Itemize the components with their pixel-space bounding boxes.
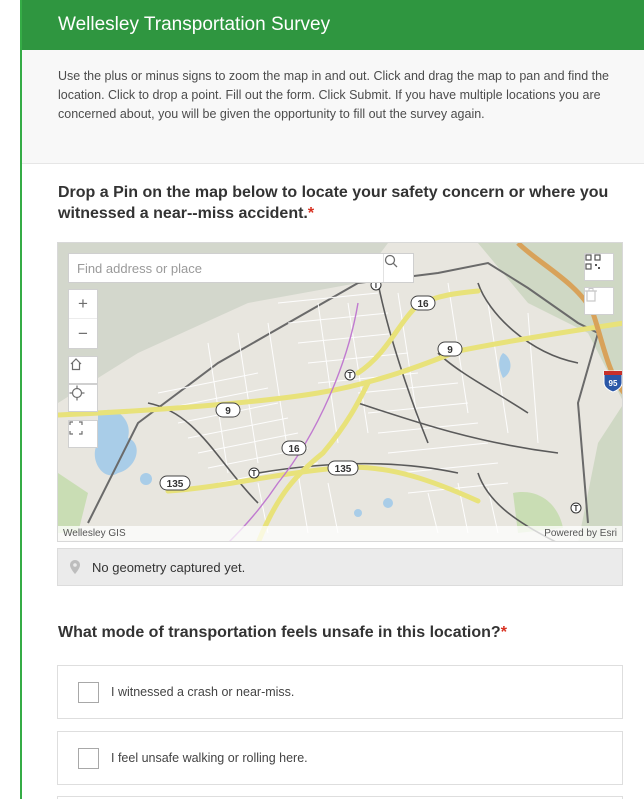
route-shield-135: 135 bbox=[335, 464, 352, 475]
checkbox[interactable] bbox=[78, 681, 99, 703]
interstate-95-shield: 95 bbox=[609, 379, 618, 388]
zoom-controls: + − bbox=[68, 289, 98, 349]
geometry-status-bar: No geometry captured yet. bbox=[57, 548, 623, 586]
fullscreen-button[interactable] bbox=[68, 420, 98, 448]
delete-point-button[interactable] bbox=[584, 287, 614, 315]
map-pin-icon bbox=[70, 560, 80, 574]
address-search-input[interactable] bbox=[69, 254, 369, 282]
question-label: What mode of transportation feels unsafe… bbox=[58, 624, 501, 641]
route-shield-9: 9 bbox=[225, 406, 231, 417]
zoom-in-button[interactable]: + bbox=[69, 290, 97, 319]
t-station-label: T bbox=[252, 469, 257, 478]
choice-unsafe-walking[interactable]: I feel unsafe walking or rolling here. bbox=[57, 731, 623, 785]
choice-label: I feel unsafe walking or rolling here. bbox=[111, 751, 308, 765]
choice-label: I witnessed a crash or near-miss. bbox=[111, 685, 295, 699]
t-station-label: T bbox=[348, 371, 353, 380]
home-button[interactable] bbox=[68, 356, 98, 384]
instructions-panel: Use the plus or minus signs to zoom the … bbox=[22, 50, 644, 164]
required-mark: * bbox=[307, 205, 315, 222]
checkbox[interactable] bbox=[78, 747, 99, 769]
qr-code-button[interactable] bbox=[584, 253, 614, 281]
locate-button[interactable] bbox=[68, 384, 98, 412]
home-icon bbox=[70, 358, 82, 371]
map-search-box[interactable] bbox=[68, 253, 414, 283]
required-mark: * bbox=[500, 624, 507, 641]
choice-witnessed-crash[interactable]: I witnessed a crash or near-miss. bbox=[57, 665, 623, 719]
plus-icon: + bbox=[78, 294, 88, 313]
map-attribution: Wellesley GIS Powered by Esri bbox=[58, 526, 622, 541]
minus-icon: − bbox=[78, 323, 88, 343]
route-shield-135: 135 bbox=[167, 479, 184, 490]
question-transport-mode: What mode of transportation feels unsafe… bbox=[58, 622, 628, 643]
t-station-label: T bbox=[574, 504, 579, 513]
search-icon bbox=[384, 254, 398, 268]
search-button[interactable] bbox=[383, 254, 413, 282]
trash-icon bbox=[585, 288, 597, 302]
route-shield-16: 16 bbox=[288, 444, 300, 455]
question-map-location: Drop a Pin on the map below to locate yo… bbox=[58, 182, 638, 224]
geometry-status-text: No geometry captured yet. bbox=[92, 559, 246, 575]
zoom-out-button[interactable]: − bbox=[69, 319, 97, 348]
attribution-esri[interactable]: Powered by Esri bbox=[544, 526, 617, 541]
instructions-text: Use the plus or minus signs to zoom the … bbox=[58, 69, 610, 121]
route-shield-16: 16 bbox=[417, 299, 429, 310]
fullscreen-icon bbox=[69, 421, 83, 435]
attribution-source: Wellesley GIS bbox=[63, 528, 126, 539]
question-label: Drop a Pin on the map below to locate yo… bbox=[58, 184, 609, 222]
survey-header: Wellesley Transportation Survey bbox=[22, 0, 644, 50]
route-shield-9: 9 bbox=[447, 345, 453, 356]
map-basemap: 16 9 9 16 135 135 95 T T T T bbox=[58, 243, 622, 541]
qr-code-icon bbox=[585, 254, 601, 270]
location-map[interactable]: 16 9 9 16 135 135 95 T T T T Find addres… bbox=[57, 242, 623, 542]
locate-icon bbox=[69, 385, 85, 401]
survey-title: Wellesley Transportation Survey bbox=[58, 14, 331, 35]
